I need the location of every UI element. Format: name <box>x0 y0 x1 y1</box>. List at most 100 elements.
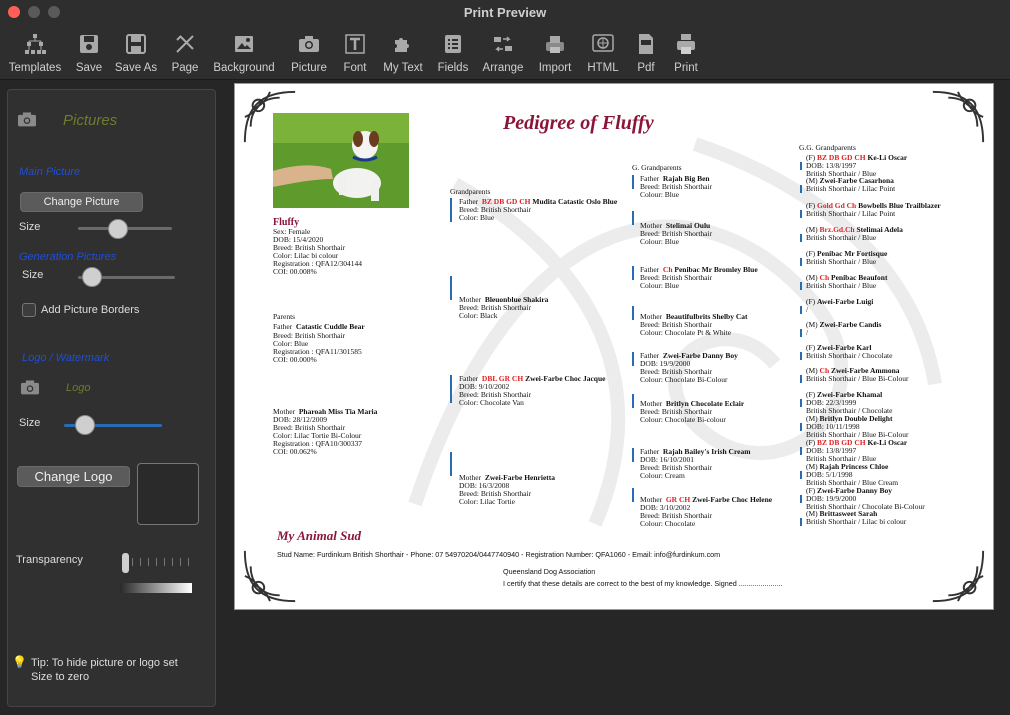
connector-line <box>800 495 802 503</box>
gp3-color: Color: Chocolate Van <box>459 398 524 407</box>
corner-ornament-top-right <box>932 90 985 143</box>
main-picture-heading: Main Picture <box>19 166 81 178</box>
print-button[interactable]: Print <box>670 32 702 78</box>
print-label: Print <box>674 62 698 74</box>
ggp1-color: Colour: Blue <box>640 190 679 199</box>
change-picture-button[interactable]: Change Picture <box>20 192 143 212</box>
connector-line <box>800 185 802 193</box>
gg-grandparent-entry: (M) Zwei-Farbe Candis <box>806 321 881 329</box>
ggp8-name: Zwei-Farbe Choc Helene <box>692 495 773 504</box>
connector-line <box>800 423 802 431</box>
gp3-name: Zwei-Farbe Choc Jacque <box>525 374 606 383</box>
connector-line <box>632 488 634 502</box>
grandparents-heading: Grandparents <box>450 187 491 196</box>
save-label: Save <box>75 62 103 74</box>
change-logo-button[interactable]: Change Logo <box>17 466 130 487</box>
stud-title: My Animal Sud <box>277 528 362 543</box>
gen-size-knob[interactable] <box>81 267 102 287</box>
camera-icon <box>18 112 36 127</box>
logo-preview-box[interactable] <box>137 463 199 525</box>
font-label: Font <box>343 62 367 74</box>
ggp3-color: Colour: Blue <box>640 281 679 290</box>
background-button[interactable]: Background <box>212 32 276 78</box>
certification-statement: I certify that these details are correct… <box>503 579 783 588</box>
gp2-color: Color: Black <box>459 311 498 320</box>
connector-line <box>800 399 802 407</box>
picture-button[interactable]: Picture <box>288 32 330 78</box>
import-icon <box>546 36 564 53</box>
templates-button[interactable]: Templates <box>6 32 64 78</box>
import-button[interactable]: Import <box>536 32 574 78</box>
window-title: Print Preview <box>463 5 547 20</box>
puzzle-icon <box>395 38 409 52</box>
camera-icon <box>299 36 319 52</box>
transparency-gradient <box>120 583 192 593</box>
pdf-button[interactable]: Pdf <box>632 32 660 78</box>
html-icon <box>592 34 614 52</box>
arrange-button[interactable]: Arrange <box>480 32 526 78</box>
gp1-color: Color: Blue <box>459 213 495 222</box>
connector-line <box>450 276 452 300</box>
my-text-label: My Text <box>383 62 423 74</box>
gg-grandparent-detail: British Shorthair / Blue <box>806 281 877 290</box>
tip-text: Tip: To hide picture or logo set Size to… <box>31 657 178 683</box>
connector-line <box>800 306 802 314</box>
gg-grandparent-detail: British Shorthair / Lilac Point <box>806 209 896 218</box>
toolbar: Templates Save Save As Page Background P… <box>0 26 1010 80</box>
subject-coi: COI: 00.008% <box>273 267 317 276</box>
picture-settings-sidebar: Pictures Main Picture Change Picture Siz… <box>7 89 216 707</box>
ggp7-color: Colour: Cream <box>640 471 685 480</box>
gg-grandparent-detail: British Shorthair / Lilac Point <box>806 184 896 193</box>
picture-label: Picture <box>291 62 327 74</box>
transparency-label: Transparency <box>16 554 83 566</box>
lightbulb-icon: 💡 <box>12 655 27 669</box>
connector-line <box>800 162 802 170</box>
g-grandparents-heading: G. Grandparents <box>632 163 682 172</box>
logo-size-knob[interactable] <box>74 415 95 435</box>
templates-label: Templates <box>8 62 62 74</box>
connector-line <box>800 258 802 266</box>
my-text-button[interactable]: My Text <box>380 32 426 78</box>
main-animal-photo[interactable] <box>273 113 409 208</box>
add-picture-borders-checkbox[interactable] <box>22 303 36 317</box>
logo-label: Logo <box>66 382 91 394</box>
pedigree-page-preview[interactable]: Pedigree of Fluffy Fluffy Sex: Female DO… <box>234 83 994 610</box>
parents-heading: Parents <box>273 312 296 321</box>
main-size-label: Size <box>19 221 41 233</box>
connector-line <box>450 452 452 476</box>
page-label: Page <box>171 62 199 74</box>
transparency-knob[interactable] <box>122 553 129 573</box>
html-button[interactable]: HTML <box>584 32 622 78</box>
font-button[interactable]: Font <box>340 32 370 78</box>
page-icon <box>176 35 194 53</box>
arrange-label: Arrange <box>482 62 524 74</box>
ggp2-color: Colour: Blue <box>640 237 679 246</box>
logo-size-label: Size <box>19 417 41 429</box>
gg-grandparent-entry: (F) Awei-Farbe Luigi <box>806 298 873 306</box>
connector-line <box>632 266 634 280</box>
connector-line <box>632 448 634 462</box>
stud-details: Stud Name: Furdinkum British Shorthair -… <box>277 550 721 559</box>
print-icon <box>677 34 695 54</box>
transparency-ticks <box>124 558 192 566</box>
page-button[interactable]: Page <box>168 32 202 78</box>
connector-line <box>800 375 802 383</box>
corner-ornament-bottom-right <box>932 550 985 603</box>
connector-line <box>800 282 802 290</box>
main-size-knob[interactable] <box>107 219 128 239</box>
gg-grandparent-detail: / <box>806 328 809 337</box>
gp1-name: Mudita Catastic Oslo Blue <box>532 197 618 206</box>
save-as-button[interactable]: Save As <box>114 32 158 78</box>
pdf-icon <box>639 34 653 54</box>
add-picture-borders-label: Add Picture Borders <box>41 304 140 316</box>
generation-pictures-heading: Generation Pictures <box>19 251 117 263</box>
connector-line <box>800 329 802 337</box>
save-button[interactable]: Save <box>72 32 106 78</box>
window-titlebar: Print Preview <box>0 0 1010 26</box>
parent-mother-coi: COI: 00.062% <box>273 447 317 456</box>
connector-line <box>632 175 634 189</box>
gg-grandparent-name: Zwei-Farbe Candis <box>819 320 882 329</box>
fields-button[interactable]: Fields <box>436 32 470 78</box>
logo-watermark-heading: Logo / Watermark <box>22 352 110 364</box>
templates-icon <box>25 34 46 54</box>
